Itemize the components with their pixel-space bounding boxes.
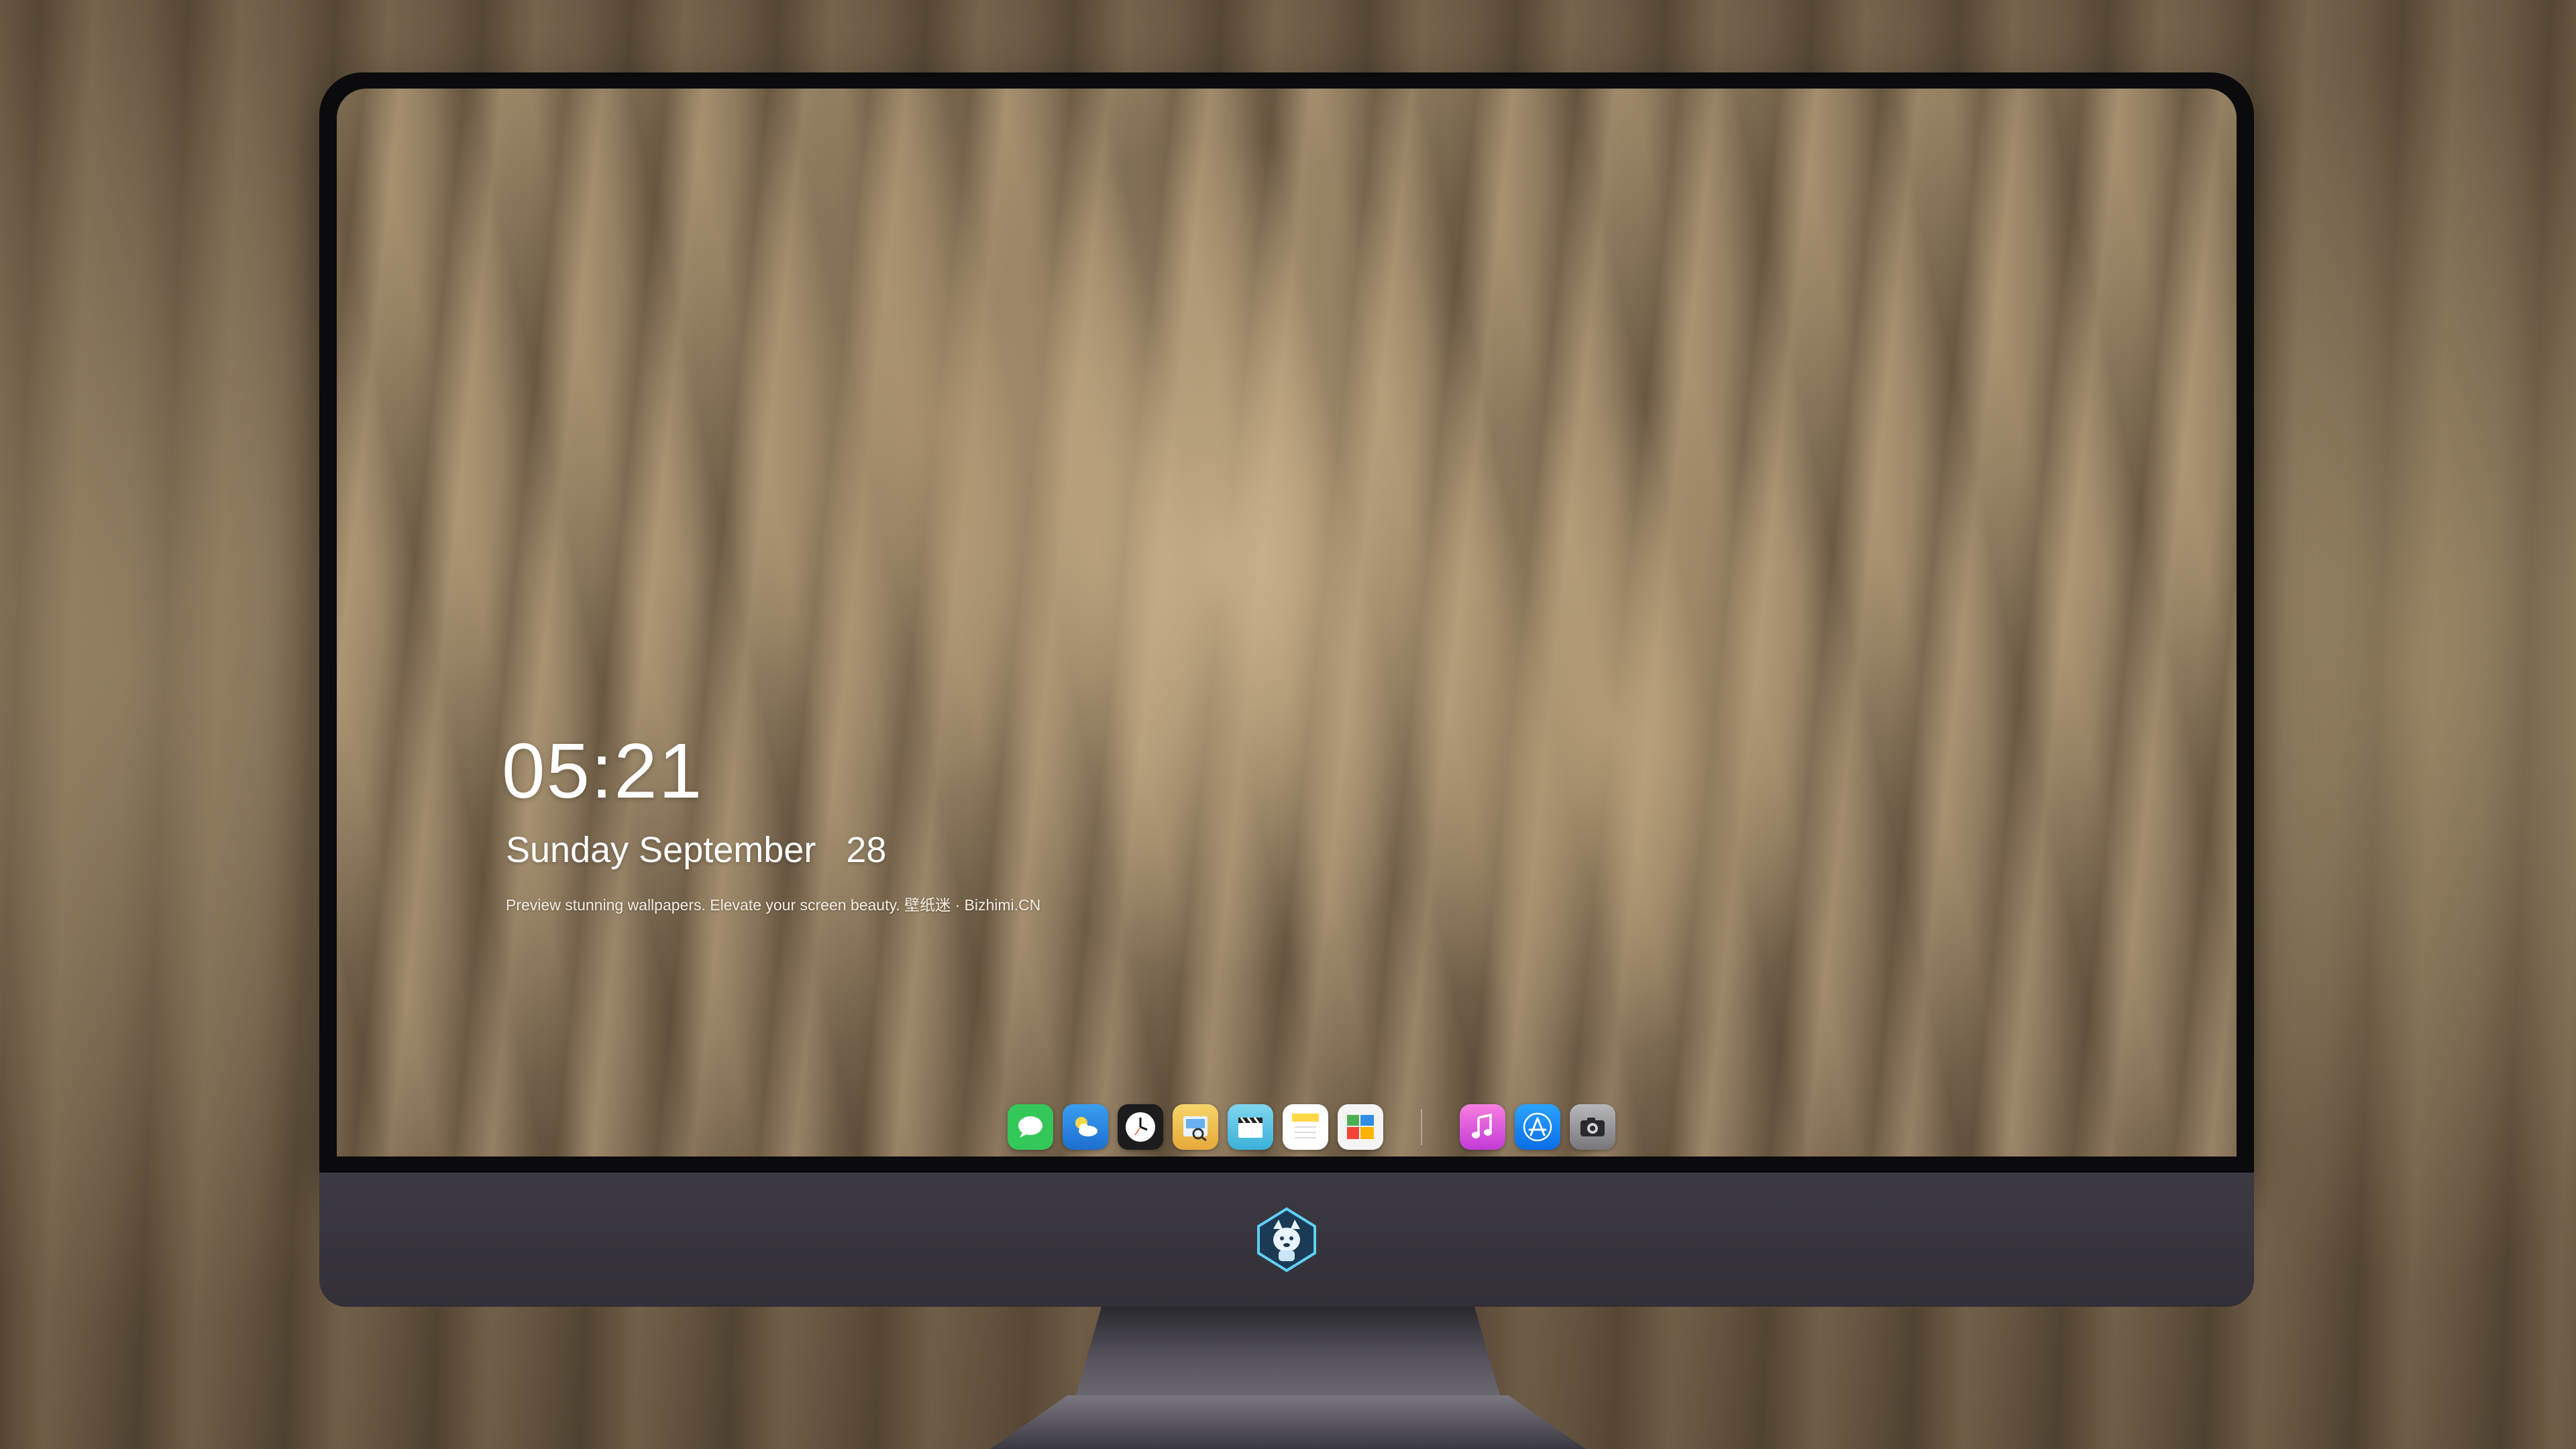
- dock-app-notes[interactable]: [1283, 1104, 1328, 1150]
- dock-app-clapper[interactable]: [1228, 1104, 1273, 1150]
- messages-icon: [1018, 1116, 1042, 1138]
- preview-icon: [1183, 1116, 1208, 1142]
- lockscreen-date: Sunday September 28: [506, 830, 887, 870]
- camera-icon: [1580, 1118, 1605, 1136]
- monitor: 05:21 Sunday September 28 Preview stunni…: [319, 72, 2254, 1307]
- clock-icon: [1126, 1112, 1155, 1142]
- dock-app-clock[interactable]: [1118, 1104, 1163, 1150]
- lockscreen-time: 05:21: [502, 727, 704, 814]
- music-icon: [1472, 1113, 1492, 1138]
- lock-screen: 05:21 Sunday September 28 Preview stunni…: [337, 89, 2237, 1157]
- lockscreen-tagline: Preview stunning wallpapers. Elevate you…: [506, 896, 1041, 914]
- wolf-mascot-logo: [1257, 1207, 1316, 1273]
- monitor-stand-lower: [990, 1307, 1586, 1449]
- dock-app-camera[interactable]: [1570, 1104, 1615, 1150]
- dock-app-weather[interactable]: [1063, 1104, 1108, 1150]
- photo-collage-icon: [1347, 1115, 1374, 1139]
- dock: [1000, 1095, 1615, 1157]
- claquette-icon: [1238, 1117, 1263, 1138]
- weather-icon: [1075, 1117, 1097, 1136]
- dock-app-music[interactable]: [1460, 1104, 1505, 1150]
- dock-app-app-store[interactable]: [1515, 1104, 1560, 1150]
- monitor-bezel: 05:21 Sunday September 28 Preview stunni…: [319, 72, 2254, 1173]
- app-store-icon: [1523, 1112, 1552, 1142]
- dock-separator: [1421, 1109, 1422, 1145]
- notes-icon: [1292, 1114, 1319, 1138]
- monitor-chin: [319, 1173, 2254, 1307]
- dock-app-preview[interactable]: [1173, 1104, 1218, 1150]
- dock-app-photo-collage[interactable]: [1338, 1104, 1383, 1150]
- dock-app-messages[interactable]: [1008, 1104, 1053, 1150]
